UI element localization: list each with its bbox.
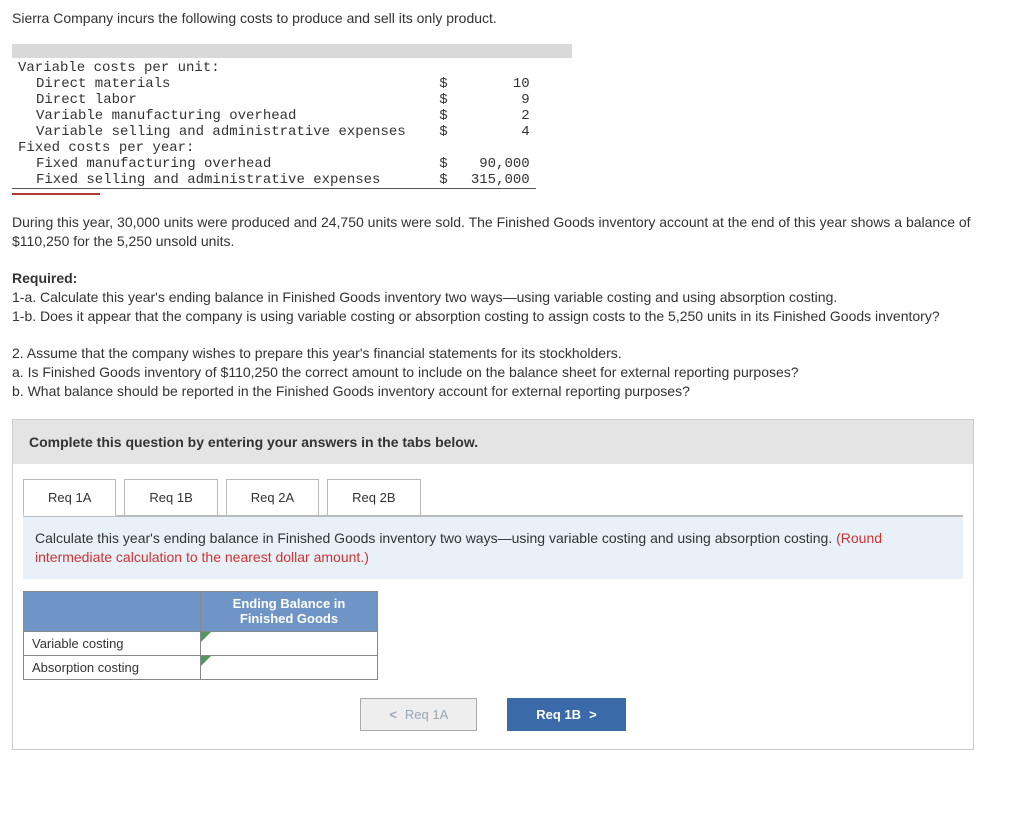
required-title: Required: — [12, 269, 1012, 288]
nav-next-button[interactable]: Req 1B > — [507, 698, 625, 731]
row-dm-sym: $ — [412, 76, 454, 92]
row-fsae-val: 315,000 — [454, 172, 536, 189]
col-header-ending-balance: Ending Balance in Finished Goods — [201, 591, 378, 631]
input-variable-costing[interactable] — [201, 631, 378, 655]
chevron-left-icon: < — [389, 707, 397, 722]
required-1a: 1-a. Calculate this year's ending balanc… — [12, 288, 1012, 307]
nav-row: < Req 1A Req 1B > — [13, 698, 973, 749]
row-dm-label: Direct materials — [12, 76, 412, 92]
row-dl-val: 9 — [454, 92, 536, 108]
blank-header — [24, 591, 201, 631]
row-dl-label: Direct labor — [12, 92, 412, 108]
tab-req-2b[interactable]: Req 2B — [327, 479, 420, 516]
row-variable-costing-label: Variable costing — [24, 631, 201, 655]
red-underline — [12, 193, 100, 195]
row-absorption-costing-label: Absorption costing — [24, 655, 201, 679]
costs-table: Variable costs per unit: Direct material… — [12, 60, 536, 189]
row-vsae-sym: $ — [412, 124, 454, 140]
tab-row: Req 1A Req 1B Req 2A Req 2B — [13, 464, 973, 515]
row-vsae-label: Variable selling and administrative expe… — [12, 124, 412, 140]
required-2a: a. Is Finished Goods inventory of $110,2… — [12, 363, 1012, 382]
tab-req-1b[interactable]: Req 1B — [124, 479, 217, 516]
tab-prompt: Calculate this year's ending balance in … — [23, 516, 963, 579]
variable-header: Variable costs per unit: — [12, 60, 536, 76]
input-absorption-costing[interactable] — [201, 655, 378, 679]
row-vsae-val: 4 — [454, 124, 536, 140]
row-fmoh-val: 90,000 — [454, 156, 536, 172]
required-2b: b. What balance should be reported in th… — [12, 382, 1012, 401]
row-dm-val: 10 — [454, 76, 536, 92]
row-fmoh-label: Fixed manufacturing overhead — [12, 156, 412, 172]
tab-req-2a[interactable]: Req 2A — [226, 479, 319, 516]
costs-header-bar — [12, 44, 572, 58]
fixed-header: Fixed costs per year: — [12, 140, 536, 156]
required-2: 2. Assume that the company wishes to pre… — [12, 344, 1012, 363]
nav-prev-button[interactable]: < Req 1A — [360, 698, 477, 731]
row-vmoh-val: 2 — [454, 108, 536, 124]
nav-next-label: Req 1B — [536, 707, 581, 722]
nav-prev-label: Req 1A — [405, 707, 448, 722]
required-block: Required: 1-a. Calculate this year's end… — [12, 269, 1012, 401]
row-fsae-label: Fixed selling and administrative expense… — [12, 172, 412, 189]
prompt-main: Calculate this year's ending balance in … — [35, 530, 836, 546]
chevron-right-icon: > — [589, 707, 597, 722]
edit-marker-icon — [201, 632, 211, 642]
row-fmoh-sym: $ — [412, 156, 454, 172]
answer-area: Complete this question by entering your … — [12, 419, 974, 750]
answer-input-table: Ending Balance in Finished Goods Variabl… — [23, 591, 378, 680]
required-1b: 1-b. Does it appear that the company is … — [12, 307, 1012, 326]
body-paragraph: During this year, 30,000 units were prod… — [12, 213, 1012, 251]
tab-req-1a[interactable]: Req 1A — [23, 479, 116, 516]
row-fsae-sym: $ — [412, 172, 454, 189]
instruction-bar: Complete this question by entering your … — [13, 420, 973, 464]
row-dl-sym: $ — [412, 92, 454, 108]
row-vmoh-label: Variable manufacturing overhead — [12, 108, 412, 124]
intro-text: Sierra Company incurs the following cost… — [12, 10, 1012, 26]
edit-marker-icon — [201, 656, 211, 666]
row-vmoh-sym: $ — [412, 108, 454, 124]
